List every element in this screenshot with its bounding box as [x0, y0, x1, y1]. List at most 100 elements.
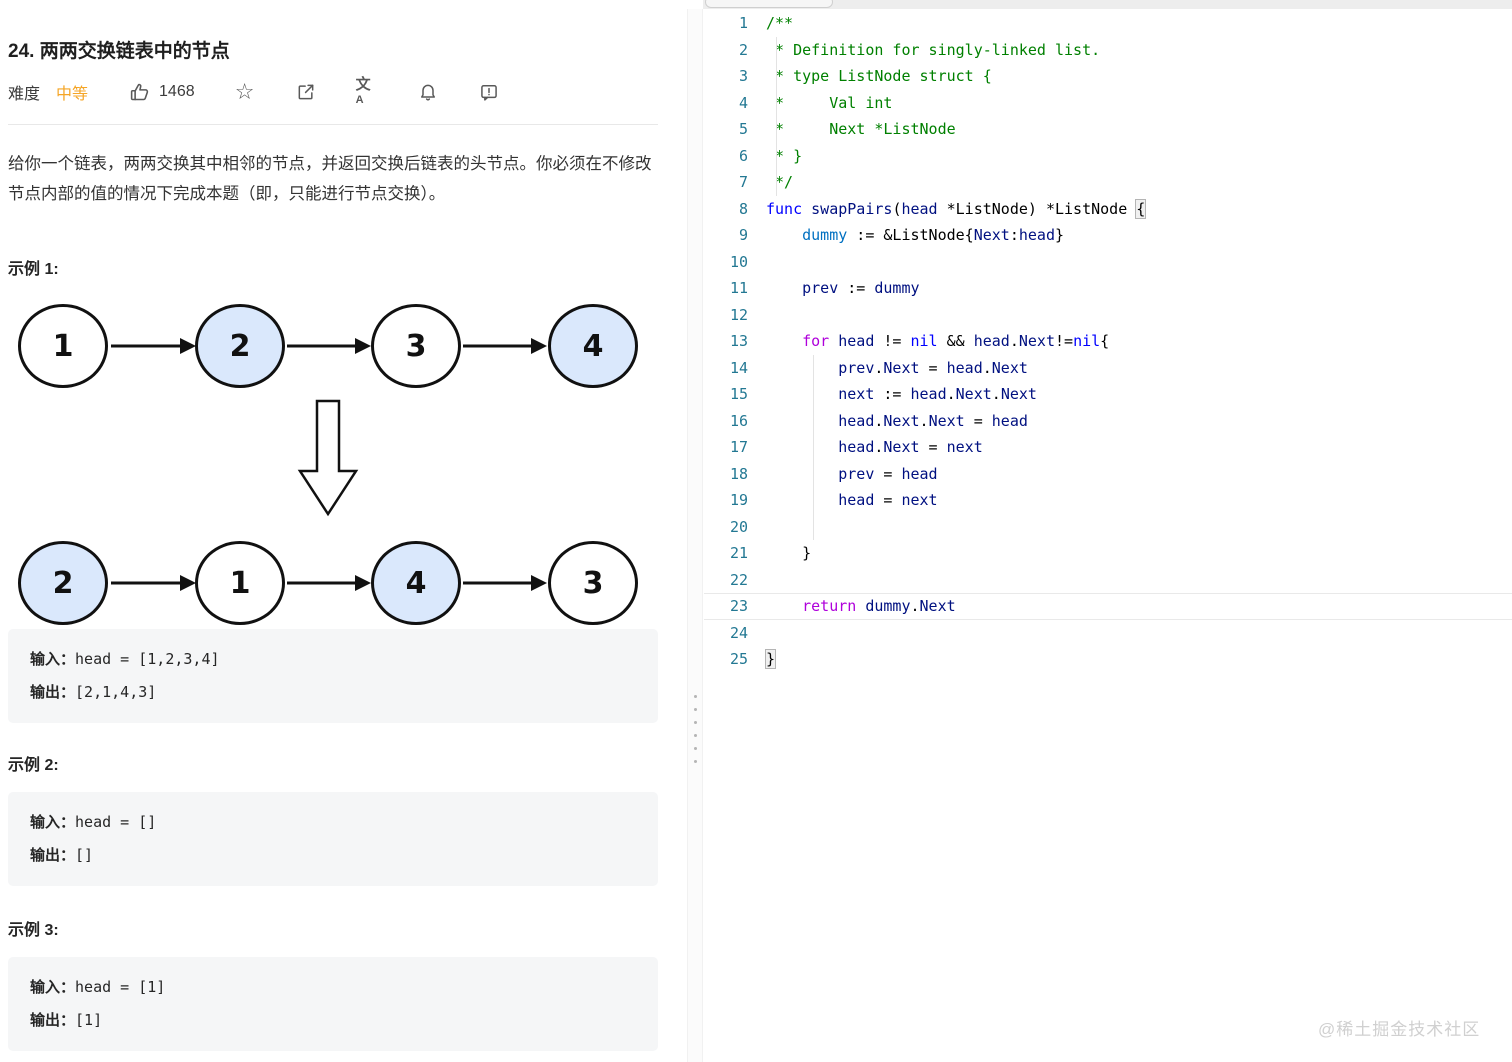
line-number: 17	[729, 438, 748, 457]
code-line[interactable]: 12	[704, 302, 1512, 329]
list-node: 1	[195, 541, 285, 625]
example-1-box: 输入：head = [1,2,3,4] 输出：[2,1,4,3]	[8, 629, 658, 723]
list-node: 4	[371, 541, 461, 625]
code-text: prev = head	[838, 464, 938, 483]
line-number: 24	[729, 623, 748, 642]
resize-handle-icon[interactable]	[688, 690, 702, 768]
code-line[interactable]: 3 * type ListNode struct {	[704, 63, 1512, 90]
line-number: 4	[738, 93, 748, 112]
code-line[interactable]: 2 * Definition for singly-linked list.	[704, 36, 1512, 63]
code-lines: 1 /** 2 * Definition for singly-linked lis…	[704, 10, 1512, 673]
code-line[interactable]: 21 }	[704, 540, 1512, 567]
example-1-heading: 示例 1:	[8, 261, 59, 278]
code-editor[interactable]: 1 /** 2 * Definition for singly-linked lis…	[704, 10, 1512, 673]
code-line[interactable]: 4 * Val int	[704, 89, 1512, 116]
line-number: 16	[729, 411, 748, 430]
watermark: @稀土掘金技术社区	[1318, 1020, 1481, 1039]
code-line[interactable]: 15 next := head.Next.Next	[704, 381, 1512, 408]
code-line[interactable]: 17 head.Next = next	[704, 434, 1512, 461]
example-input-line: 输入：head = []	[30, 813, 157, 831]
example-output-line: 输出：[1]	[30, 1011, 103, 1029]
line-number: 10	[729, 252, 748, 271]
code-line[interactable]: 22	[704, 567, 1512, 594]
code-line[interactable]: 10	[704, 249, 1512, 276]
code-text: }	[765, 649, 777, 670]
indent-guide	[813, 460, 814, 487]
code-line[interactable]: 7 */	[704, 169, 1512, 196]
like-button[interactable]: 1468	[128, 81, 195, 103]
example-2-box: 输入：head = [] 输出：[]	[8, 792, 658, 886]
down-arrow-icon	[297, 399, 359, 517]
list-node: 1	[18, 304, 108, 388]
indent-guide	[813, 513, 814, 540]
panel-resize-divider[interactable]	[687, 9, 703, 1062]
tab-remnant	[705, 0, 833, 8]
translate-button[interactable]: 文A	[356, 77, 378, 106]
code-text: head = next	[838, 491, 938, 510]
indent-guide	[813, 487, 814, 514]
bell-icon	[420, 84, 435, 101]
indent-guide	[776, 142, 777, 169]
line-number: 18	[729, 464, 748, 483]
code-line[interactable]: 16 head.Next.Next = head	[704, 407, 1512, 434]
code-text: }	[766, 544, 812, 563]
list-node: 4	[548, 304, 638, 388]
list-node: 2	[18, 541, 108, 625]
code-text: prev.Next = head.Next	[838, 358, 1028, 377]
feedback-button[interactable]	[478, 81, 500, 103]
line-number: 3	[738, 67, 748, 86]
code-text: return dummy.Next	[802, 597, 956, 616]
line-number: 6	[738, 146, 748, 165]
example-output-line: 输出：[2,1,4,3]	[30, 683, 157, 701]
share-button[interactable]	[295, 81, 317, 103]
code-line[interactable]: 19 head = next	[704, 487, 1512, 514]
code-line[interactable]: 11 prev := dummy	[704, 275, 1512, 302]
code-text: func swapPairs(head *ListNode) *ListNode…	[766, 198, 1147, 219]
line-number: 2	[738, 40, 748, 59]
code-text: * type ListNode struct {	[766, 67, 992, 86]
line-number: 14	[729, 358, 748, 377]
indent-guide	[776, 116, 777, 143]
line-number: 20	[729, 517, 748, 536]
difficulty-badge: 中等	[56, 86, 89, 103]
line-number: 11	[729, 279, 748, 298]
linked-list-diagram: 1 2 3 4 2 1 4 3	[8, 293, 695, 629]
line-number: 21	[729, 544, 748, 563]
like-count: 1468	[159, 83, 195, 100]
line-number: 5	[738, 120, 748, 139]
example-input-line: 输入：head = [1,2,3,4]	[30, 650, 220, 668]
code-text: dummy := &ListNode{Next:head}	[802, 226, 1065, 245]
list-node: 3	[371, 304, 461, 388]
code-line[interactable]: 14 prev.Next = head.Next	[704, 354, 1512, 381]
difficulty-label: 难度	[8, 86, 41, 103]
code-text: head.Next.Next = head	[838, 411, 1028, 430]
code-line[interactable]: 25}	[704, 646, 1512, 673]
code-line[interactable]: 20	[704, 513, 1512, 540]
notifications-button[interactable]	[417, 81, 439, 103]
code-text: * Next *ListNode	[766, 120, 956, 139]
star-icon: ☆	[234, 79, 255, 104]
code-text: * Val int	[766, 93, 893, 112]
share-icon	[298, 84, 314, 100]
favorite-button[interactable]: ☆	[234, 81, 256, 103]
code-line[interactable]: 5 * Next *ListNode	[704, 116, 1512, 143]
code-line[interactable]: 23 return dummy.Next	[704, 593, 1512, 620]
list-node: 2	[195, 304, 285, 388]
code-line[interactable]: 8 func swapPairs(head *ListNode) *ListNod…	[704, 196, 1512, 223]
code-line[interactable]: 13 for head != nil && head.Next!=nil{	[704, 328, 1512, 355]
list-node: 3	[548, 541, 638, 625]
line-number: 22	[729, 570, 748, 589]
code-text: * Definition for singly-linked list.	[766, 40, 1101, 59]
code-line[interactable]: 9 dummy := &ListNode{Next:head}	[704, 222, 1512, 249]
code-text: /**	[766, 14, 794, 33]
code-line[interactable]: 24	[704, 620, 1512, 647]
code-line[interactable]: 1 /**	[704, 10, 1512, 37]
code-text: */	[766, 173, 794, 192]
line-number: 12	[729, 305, 748, 324]
line-number: 15	[729, 385, 748, 404]
line-number: 1	[738, 14, 748, 33]
code-line[interactable]: 6 * }	[704, 142, 1512, 169]
code-line[interactable]: 18 prev = head	[704, 460, 1512, 487]
example-3-heading: 示例 3:	[8, 922, 59, 939]
line-number: 9	[738, 226, 748, 245]
